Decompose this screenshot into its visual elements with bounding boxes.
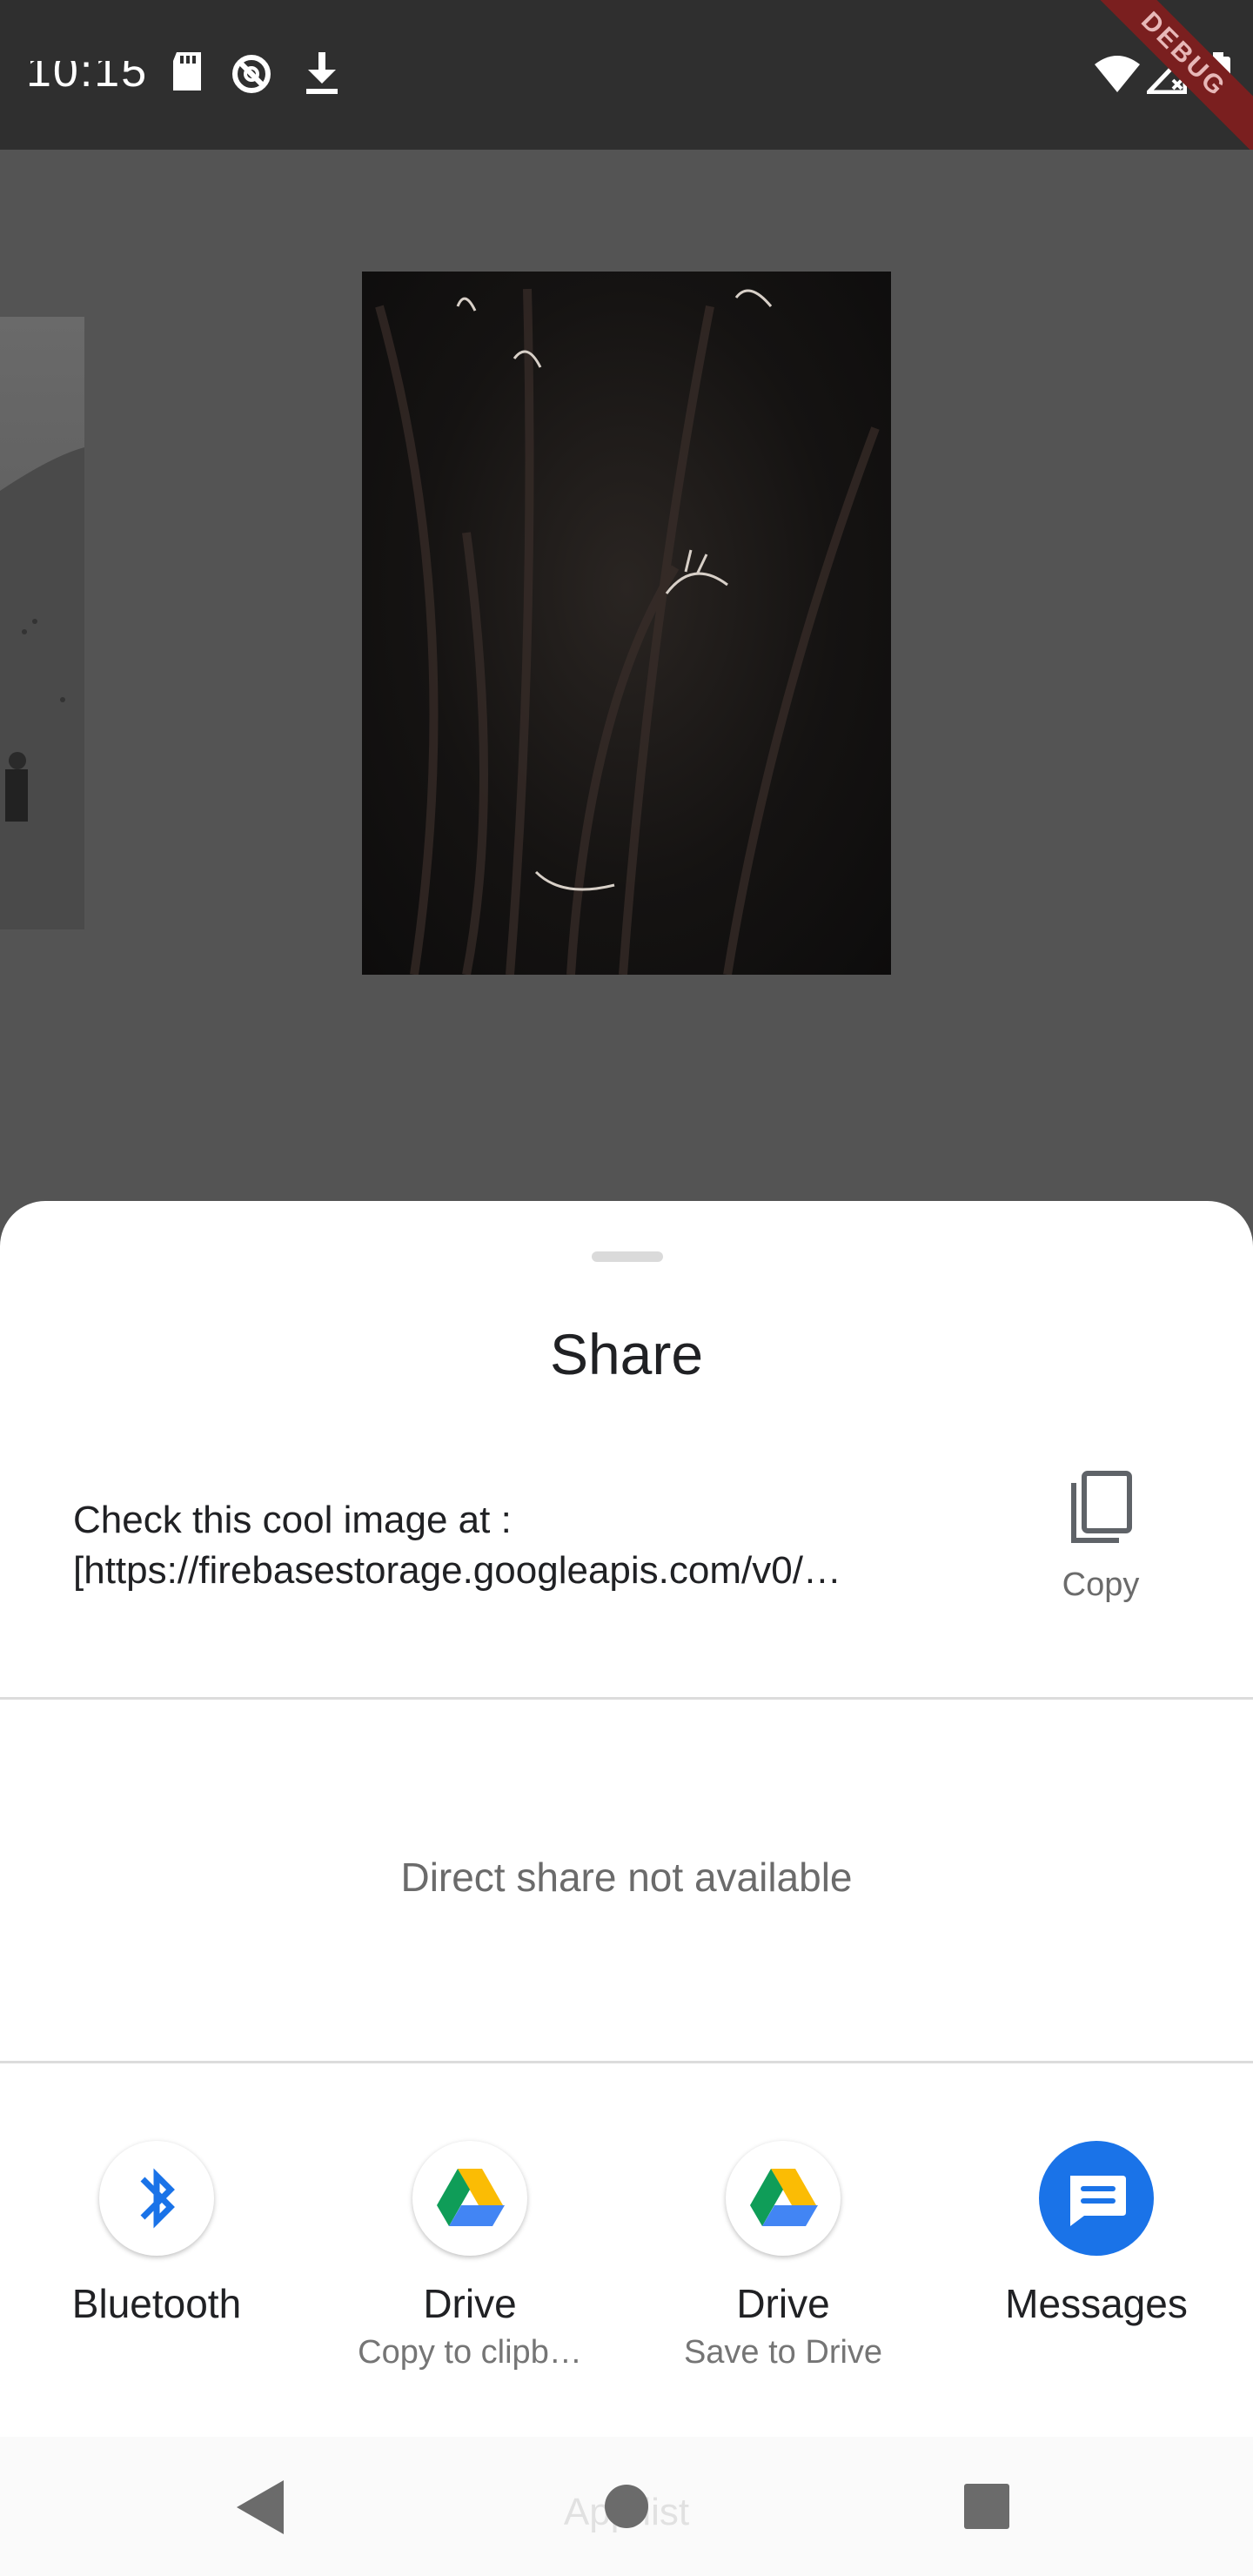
share-text-preview: Check this cool image at : [https://fire… [73,1495,961,1596]
share-target-sublabel: Save to Drive [683,2334,883,2371]
main-image[interactable] [362,272,891,975]
share-target-drive-save[interactable]: Drive Save to Drive [653,2141,914,2402]
share-text-line-1: Check this cool image at : [73,1499,512,1541]
sheet-title: Share [549,1322,704,1386]
share-targets: Bluetooth Drive Copy to clipb… Drive Sav… [0,2141,1253,2419]
share-text-line-2: [https://firebasestorage.googleapis.com/… [73,1549,841,1592]
copy-label: Copy [1062,1566,1140,1603]
share-target-label: Messages [1005,2281,1188,2326]
no-sync-icon [230,52,273,100]
share-sheet: Share Check this cool image at : [https:… [0,1201,1253,2576]
side-image[interactable] [0,317,84,929]
share-target-bluetooth[interactable]: Bluetooth [26,2141,287,2402]
back-icon[interactable] [237,2480,285,2539]
share-target-drive-copy[interactable]: Drive Copy to clipb… [339,2141,600,2402]
drag-handle[interactable] [592,1251,663,1262]
share-target-label: Drive [736,2281,830,2326]
bluetooth-icon [99,2141,214,2256]
divider [0,2061,1253,2063]
direct-share-message: Direct share not available [400,1855,853,1900]
share-target-sublabel: Copy to clipb… [358,2334,582,2371]
sd-card-icon [170,52,204,95]
google-drive-icon [412,2141,527,2256]
messages-icon [1039,2141,1154,2256]
divider [0,1697,1253,1700]
share-target-label: Bluetooth [71,2281,242,2326]
download-icon [305,52,339,100]
recents-icon[interactable] [964,2484,1009,2533]
copy-button[interactable]: Copy [1044,1471,1157,1610]
share-target-label: Drive [423,2281,517,2326]
status-time: 10:15 [26,46,149,97]
copy-icon [1070,1471,1133,1548]
share-target-messages[interactable]: Messages [966,2141,1227,2402]
status-bar: 10:15 DEBUG [0,0,1253,162]
navigation-bar: App list [0,2437,1253,2576]
home-icon[interactable] [604,2484,649,2533]
wifi-icon [1095,54,1140,97]
image-gallery[interactable] [0,150,1253,1203]
google-drive-icon [726,2141,841,2256]
